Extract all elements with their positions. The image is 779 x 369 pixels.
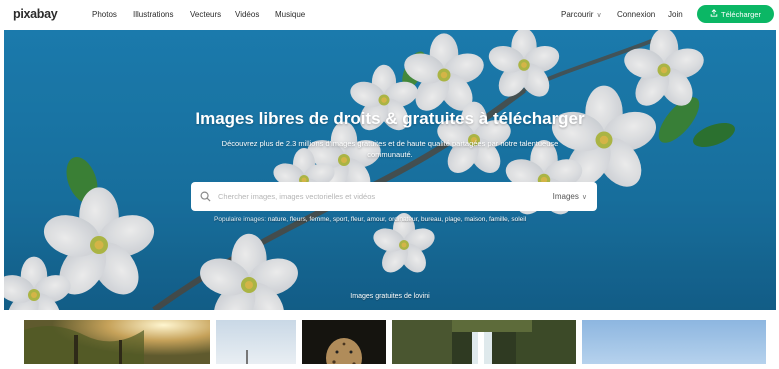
- hero-subtitle: Découvrez plus de 2.3 millions d'images …: [221, 139, 559, 159]
- image-thumbnail[interactable]: [216, 320, 296, 369]
- nav-vectors[interactable]: Vecteurs: [190, 10, 221, 19]
- upload-button[interactable]: Télécharger: [697, 5, 774, 23]
- search-type-label: Images: [552, 192, 579, 201]
- nav-illustrations[interactable]: Illustrations: [133, 10, 173, 19]
- top-navigation-bar: pixabay Photos Illustrations Vecteurs Vi…: [0, 0, 779, 30]
- search-type-select[interactable]: Images ∨: [553, 192, 587, 201]
- image-thumbnail[interactable]: [24, 320, 210, 369]
- popular-tags[interactable]: nature, fleurs, femme, sport, fleur, amo…: [268, 216, 526, 223]
- image-thumbnail[interactable]: [302, 320, 386, 369]
- popular-searches: Populaire images: nature, fleurs, femme,…: [214, 216, 594, 223]
- search-icon[interactable]: [200, 191, 211, 202]
- explore-label: Parcourir: [561, 10, 594, 19]
- image-thumbnail[interactable]: [392, 320, 576, 369]
- login-link[interactable]: Connexion: [617, 10, 655, 19]
- nav-videos[interactable]: Vidéos: [235, 10, 259, 19]
- chevron-down-icon: ∨: [596, 12, 602, 19]
- sunlit-trees-image: [24, 320, 210, 369]
- bottom-edge: [0, 364, 779, 369]
- hero-title: Images libres de droits & gratuites à té…: [195, 109, 585, 128]
- pixabay-logo[interactable]: pixabay: [13, 7, 58, 21]
- image-credit[interactable]: Images gratuites de lovini: [4, 293, 776, 300]
- search-bar: Images∨: [191, 182, 597, 211]
- join-link[interactable]: Join: [668, 10, 683, 19]
- nav-photos[interactable]: Photos: [92, 10, 117, 19]
- image-grid: [0, 318, 779, 369]
- chevron-down-icon: ∨: [581, 194, 587, 201]
- hero-banner: Images libres de droits & gratuites à té…: [4, 30, 776, 310]
- hero-background-image: [4, 30, 776, 310]
- upload-icon: [710, 9, 718, 19]
- pale-sky-image: [216, 320, 296, 369]
- nav-music[interactable]: Musique: [275, 10, 305, 19]
- explore-menu[interactable]: Parcourir ∨: [561, 10, 602, 19]
- image-thumbnail[interactable]: [582, 320, 766, 369]
- upload-label: Télécharger: [720, 9, 762, 19]
- leopard-image: [302, 320, 386, 369]
- search-input[interactable]: [218, 188, 528, 205]
- blue-sky-image: [582, 320, 766, 369]
- waterfall-image: [392, 320, 576, 369]
- popular-label: Populaire images:: [214, 216, 267, 223]
